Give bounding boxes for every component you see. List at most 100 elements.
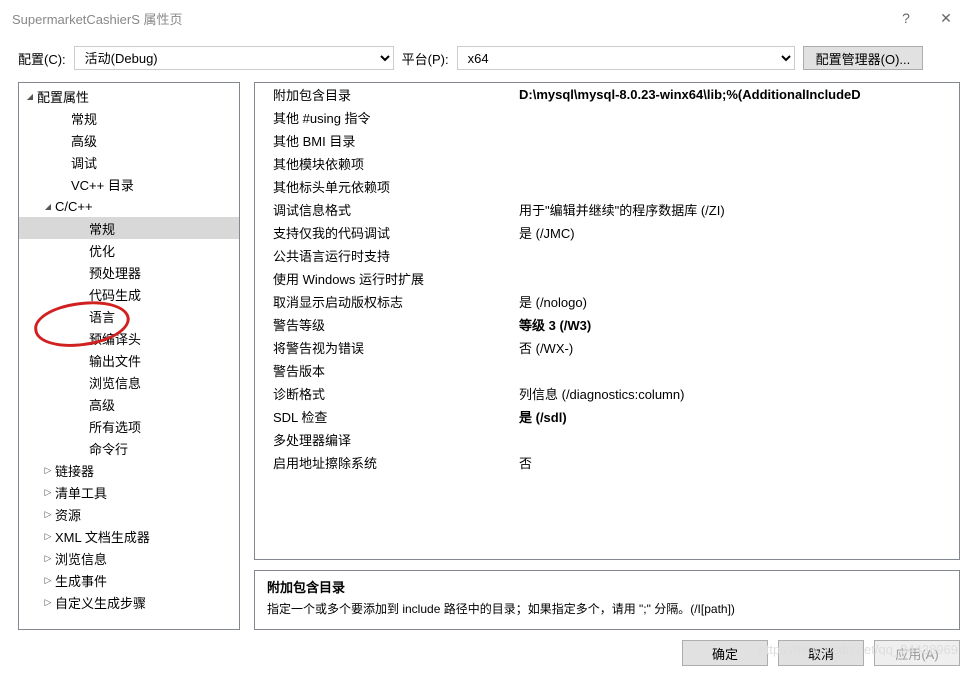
arrow-closed-icon[interactable] <box>41 487 55 498</box>
property-row[interactable]: 附加包含目录D:\mysql\mysql-8.0.23-winx64\lib;%… <box>255 83 959 106</box>
config-manager-button[interactable]: 配置管理器(O)... <box>803 46 924 70</box>
property-row[interactable]: 启用地址擦除系统否 <box>255 451 959 474</box>
tree-item[interactable]: 语言 <box>19 305 239 327</box>
property-row[interactable]: 将警告视为错误否 (/WX-) <box>255 336 959 359</box>
tree-item-label: 输出文件 <box>89 351 141 370</box>
tree-item[interactable]: 输出文件 <box>19 349 239 371</box>
tree-item-label: 优化 <box>89 241 115 260</box>
tree-item-label: 链接器 <box>55 461 94 480</box>
property-row[interactable]: 其他 #using 指令 <box>255 106 959 129</box>
property-label: 取消显示启动版权标志 <box>273 292 519 311</box>
ok-button[interactable]: 确定 <box>682 640 768 666</box>
property-row[interactable]: 警告等级等级 3 (/W3) <box>255 313 959 336</box>
tree-item[interactable]: 浏览信息 <box>19 547 239 569</box>
cancel-button[interactable]: 取消 <box>778 640 864 666</box>
property-value[interactable]: 否 (/WX-) <box>519 338 959 357</box>
tree-item-label: 调试 <box>71 153 97 172</box>
description-text: 指定一个或多个要添加到 include 路径中的目录；如果指定多个，请用 ";"… <box>267 600 947 617</box>
main-area: 配置属性常规高级调试VC++ 目录C/C++常规优化预处理器代码生成语言预编译头… <box>0 82 978 630</box>
property-grid[interactable]: 附加包含目录D:\mysql\mysql-8.0.23-winx64\lib;%… <box>254 82 960 560</box>
property-value[interactable]: D:\mysql\mysql-8.0.23-winx64\lib;%(Addit… <box>519 87 959 102</box>
tree-item[interactable]: C/C++ <box>19 195 239 217</box>
tree-item[interactable]: 资源 <box>19 503 239 525</box>
arrow-open-icon[interactable] <box>23 91 37 102</box>
tree-item-label: 浏览信息 <box>55 549 107 568</box>
tree-item[interactable]: 生成事件 <box>19 569 239 591</box>
property-row[interactable]: 其他模块依赖项 <box>255 152 959 175</box>
platform-select[interactable]: x64 <box>457 46 795 70</box>
property-label: 启用地址擦除系统 <box>273 453 519 472</box>
tree-item-label: 生成事件 <box>55 571 107 590</box>
tree-item-label: 常规 <box>71 109 97 128</box>
property-row[interactable]: 使用 Windows 运行时扩展 <box>255 267 959 290</box>
tree-item-label: 高级 <box>71 131 97 150</box>
tree-item[interactable]: 高级 <box>19 129 239 151</box>
arrow-closed-icon[interactable] <box>41 465 55 476</box>
property-value[interactable]: 否 <box>519 453 959 472</box>
property-value[interactable]: 是 (/JMC) <box>519 223 959 242</box>
property-row[interactable]: SDL 检查是 (/sdl) <box>255 405 959 428</box>
property-value[interactable]: 列信息 (/diagnostics:column) <box>519 384 959 403</box>
tree-panel[interactable]: 配置属性常规高级调试VC++ 目录C/C++常规优化预处理器代码生成语言预编译头… <box>18 82 240 630</box>
arrow-closed-icon[interactable] <box>41 597 55 608</box>
property-label: 公共语言运行时支持 <box>273 246 519 265</box>
property-row[interactable]: 诊断格式列信息 (/diagnostics:column) <box>255 382 959 405</box>
arrow-closed-icon[interactable] <box>41 531 55 542</box>
tree-item[interactable]: 高级 <box>19 393 239 415</box>
tree-item-label: 配置属性 <box>37 87 89 106</box>
tree-item[interactable]: 链接器 <box>19 459 239 481</box>
property-row[interactable]: 多处理器编译 <box>255 428 959 451</box>
platform-label: 平台(P): <box>402 49 449 68</box>
property-row[interactable]: 支持仅我的代码调试是 (/JMC) <box>255 221 959 244</box>
arrow-open-icon[interactable] <box>41 201 55 212</box>
arrow-closed-icon[interactable] <box>41 553 55 564</box>
property-row[interactable]: 取消显示启动版权标志是 (/nologo) <box>255 290 959 313</box>
tree-item[interactable]: 常规 <box>19 107 239 129</box>
tree-item-label: 预编译头 <box>89 329 141 348</box>
help-button[interactable]: ? <box>886 10 926 26</box>
property-value[interactable]: 是 (/nologo) <box>519 292 959 311</box>
property-row[interactable]: 公共语言运行时支持 <box>255 244 959 267</box>
property-label: 警告版本 <box>273 361 519 380</box>
tree-item[interactable]: 命令行 <box>19 437 239 459</box>
tree-item[interactable]: 调试 <box>19 151 239 173</box>
toolbar: 配置(C): 活动(Debug) 平台(P): x64 配置管理器(O)... <box>0 36 978 82</box>
description-title: 附加包含目录 <box>267 577 947 596</box>
tree-item-label: 资源 <box>55 505 81 524</box>
arrow-closed-icon[interactable] <box>41 509 55 520</box>
tree-item-label: 语言 <box>89 307 115 326</box>
property-value[interactable]: 是 (/sdl) <box>519 407 959 426</box>
property-value[interactable]: 用于"编辑并继续"的程序数据库 (/ZI) <box>519 200 959 219</box>
apply-button[interactable]: 应用(A) <box>874 640 960 666</box>
property-label: SDL 检查 <box>273 407 519 426</box>
property-row[interactable]: 其他标头单元依赖项 <box>255 175 959 198</box>
tree-item-label: 代码生成 <box>89 285 141 304</box>
close-button[interactable]: ✕ <box>926 10 966 27</box>
property-row[interactable]: 调试信息格式用于"编辑并继续"的程序数据库 (/ZI) <box>255 198 959 221</box>
tree-item[interactable]: 浏览信息 <box>19 371 239 393</box>
tree-item[interactable]: 自定义生成步骤 <box>19 591 239 613</box>
tree-item[interactable]: 优化 <box>19 239 239 261</box>
property-label: 诊断格式 <box>273 384 519 403</box>
tree-item[interactable]: 代码生成 <box>19 283 239 305</box>
tree-item[interactable]: 常规 <box>19 217 239 239</box>
description-panel: 附加包含目录 指定一个或多个要添加到 include 路径中的目录；如果指定多个… <box>254 570 960 630</box>
property-label: 附加包含目录 <box>273 85 519 104</box>
tree-item[interactable]: 所有选项 <box>19 415 239 437</box>
tree-item[interactable]: VC++ 目录 <box>19 173 239 195</box>
tree-item[interactable]: 清单工具 <box>19 481 239 503</box>
arrow-closed-icon[interactable] <box>41 575 55 586</box>
tree-item[interactable]: 预处理器 <box>19 261 239 283</box>
property-row[interactable]: 警告版本 <box>255 359 959 382</box>
tree-item[interactable]: 配置属性 <box>19 85 239 107</box>
tree-item-label: 自定义生成步骤 <box>55 593 146 612</box>
tree-item[interactable]: 预编译头 <box>19 327 239 349</box>
tree-item-label: 预处理器 <box>89 263 141 282</box>
window-title: SupermarketCashierS 属性页 <box>12 9 886 28</box>
config-select[interactable]: 活动(Debug) <box>74 46 394 70</box>
tree-item-label: 常规 <box>89 219 115 238</box>
property-value[interactable]: 等级 3 (/W3) <box>519 315 959 334</box>
tree-item[interactable]: XML 文档生成器 <box>19 525 239 547</box>
property-label: 调试信息格式 <box>273 200 519 219</box>
property-row[interactable]: 其他 BMI 目录 <box>255 129 959 152</box>
